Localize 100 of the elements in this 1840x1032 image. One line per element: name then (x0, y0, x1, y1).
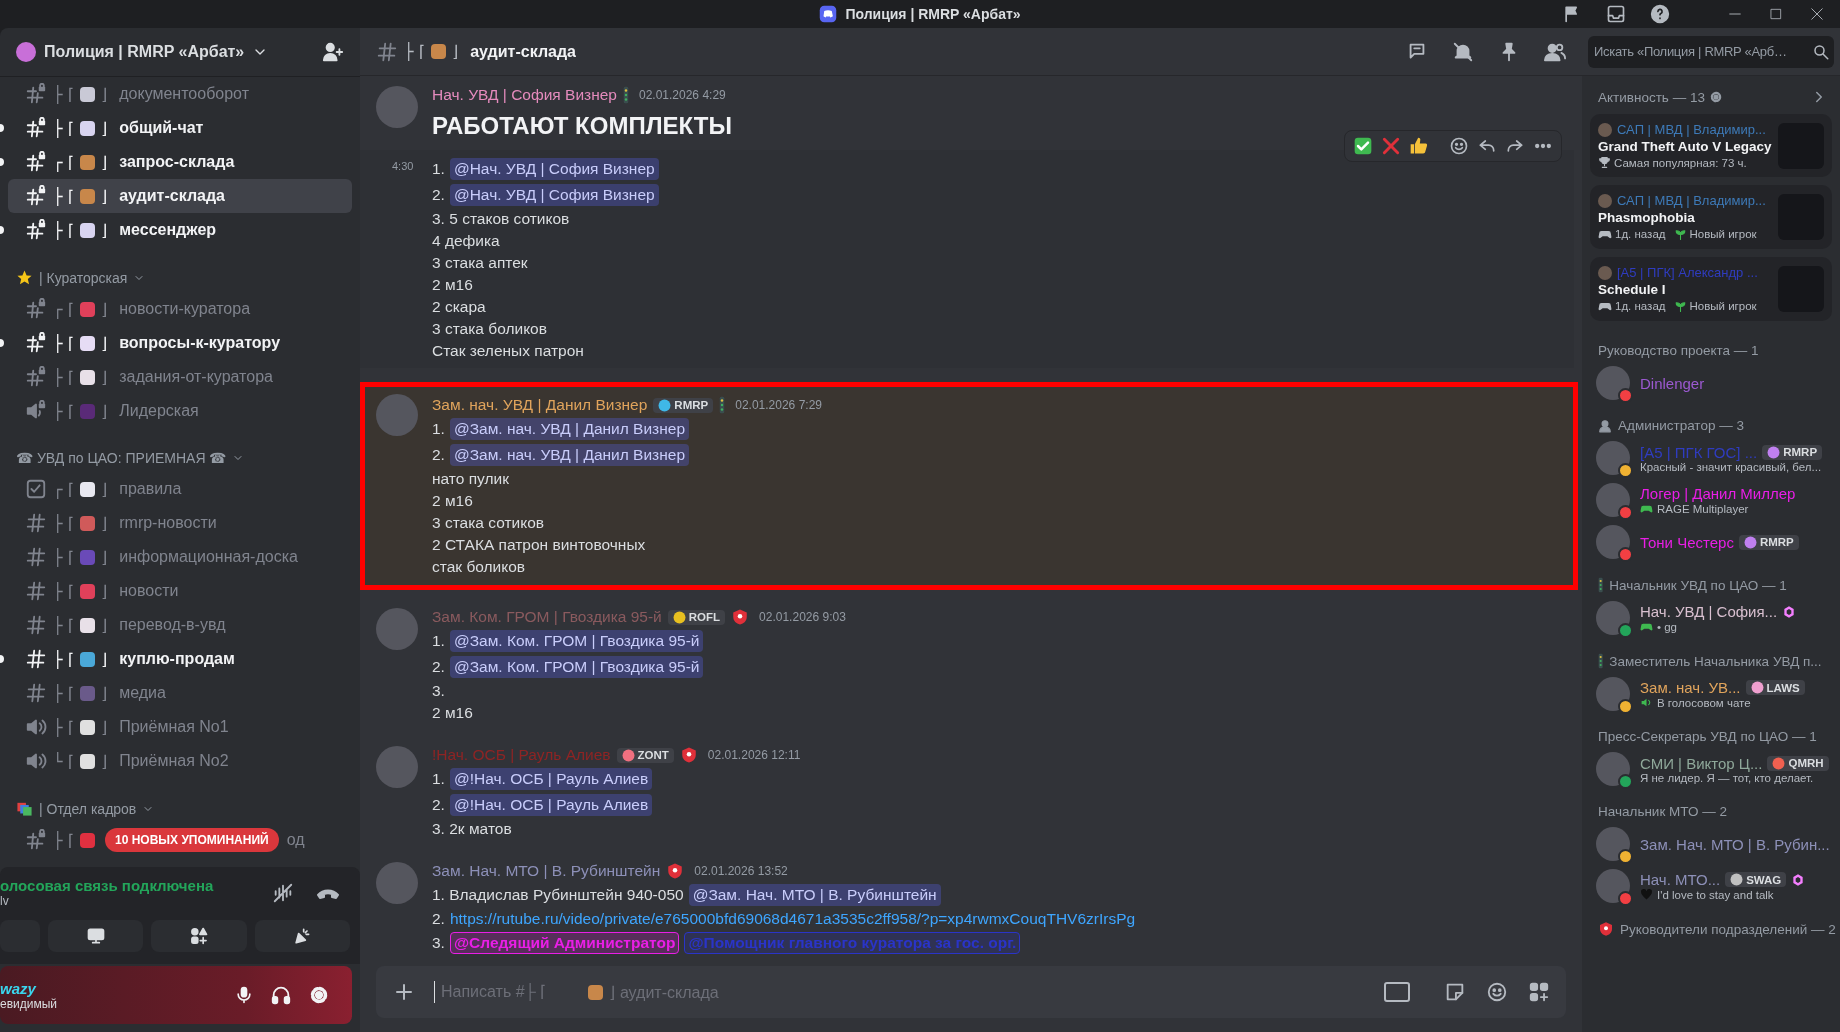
screen-share-button[interactable] (48, 920, 144, 952)
apps-icon[interactable] (1528, 981, 1550, 1003)
member-item[interactable]: Нач. УВД | София... • gg (1590, 597, 1832, 639)
tree-prefix: ├ ⌈ (53, 649, 74, 669)
bracket: ⌋ (100, 615, 108, 635)
channel-item[interactable]: ├ ⌈ ⌋ Лидерская (8, 394, 352, 428)
channel-item[interactable]: ┌ ⌈ ⌋ новости-куратора (8, 292, 352, 326)
channel-item[interactable]: ├ ⌈ ⌋ общий-чат (8, 111, 352, 145)
author-name[interactable]: Зам. Нач. МТО | В. Рубинштейн (432, 862, 661, 880)
soundboard-button[interactable] (254, 920, 350, 952)
noise-suppression-icon[interactable] (272, 881, 294, 904)
mention[interactable]: @Зам. нач. УВД | Данил Визнер (449, 444, 690, 466)
tree-prefix: ├ ⌈ (53, 333, 74, 353)
tag-text: RMRP (1783, 446, 1818, 458)
activity-detail: 1д. назад (1615, 228, 1666, 240)
mention[interactable]: @Зам. Ком. ГРОМ | Гвоздика 95-й (449, 630, 704, 652)
channel-item[interactable]: └ ⌈ ⌋ Приёмная No2 (8, 744, 352, 778)
role-icon (1598, 653, 1604, 669)
activity-detail: Новый игрок (1689, 300, 1757, 312)
new-mentions-pill[interactable]: 10 НОВЫХ УПОМИНАНИЙ (104, 828, 279, 852)
channel-name: новости (119, 582, 179, 600)
mention[interactable]: @Нач. УВД | София Визнер (449, 158, 659, 180)
activity-card[interactable]: САП | МВД | Владимир... Grand Theft Auto V Legacy Самая популярная: 73 ч. (1590, 114, 1832, 177)
channel-item[interactable]: ├ ⌈ 10 НОВЫХ УПОМИНАНИЙ од (8, 823, 352, 857)
mention[interactable]: @Нач. УВД | София Визнер (449, 184, 659, 206)
mention[interactable]: @Зам. нач. УВД | Данил Визнер (449, 418, 690, 440)
member-item[interactable]: СМИ | Виктор Ц... QMRH Я не лидер. Я — тот, кто делает. (1590, 748, 1832, 790)
tree-prefix: ┌ ⌈ (53, 152, 74, 172)
bracket: ⌋ (451, 42, 459, 61)
message-text: 3 стака сотиков (432, 514, 545, 532)
message-input[interactable]: Написать #├ ⌈ (441, 983, 583, 1001)
link[interactable]: https://rutube.ru/video/private/e765000bfd69068d4671a3535c2ff958/?p=xp4rwmxCouqTHV6zrIrsPg (449, 910, 1136, 928)
channel-item[interactable]: ├ ⌈ ⌋ мессенджер (8, 213, 352, 247)
activities-button[interactable] (151, 920, 247, 952)
help-icon[interactable] (1650, 4, 1670, 24)
channel-item[interactable]: ├ ⌈ ⌋ медиа (8, 676, 352, 710)
server-name[interactable]: Полиция | RMRP «Арбат» (44, 43, 245, 61)
member-item[interactable]: [A5 | ПГК ГОС] ... RMRP Красный - значит красивый, бел... (1590, 437, 1832, 479)
microphone-icon[interactable] (234, 985, 254, 1005)
member-item[interactable]: Тони Честерс RMRP (1590, 521, 1832, 563)
mention[interactable]: @!Нач. ОСБ | Рауль Алиев (449, 794, 653, 816)
tag-text: SWAG (1746, 873, 1782, 886)
category-title[interactable]: ☎ УВД по ЦАО: ПРИЕМНАЯ ☎ (16, 450, 227, 466)
member-item[interactable]: Зам. нач. УВ... LAWS В голосовом чате (1590, 673, 1832, 715)
channel-name: Приёмная No2 (119, 752, 229, 770)
emoji-icon[interactable] (1449, 136, 1469, 156)
category-title[interactable]: | Кураторская (39, 269, 128, 286)
tree-prefix: ├ ⌈ (53, 547, 74, 567)
category-title[interactable]: | Отдел кадров (39, 800, 137, 817)
maximize-icon[interactable] (1768, 6, 1784, 22)
timestamp: 02.01.2026 4:29 (639, 88, 726, 102)
sticker-icon[interactable] (1444, 981, 1466, 1003)
inbox-icon[interactable] (1606, 4, 1626, 24)
channel-item[interactable]: ├ ⌈ ⌋ rmrp-новости (8, 506, 352, 540)
channel-item[interactable]: ├ ⌈ ⌋ документооборот (8, 77, 352, 111)
search-field[interactable]: Искать «Полиция | RMRP «Арб… (1588, 35, 1834, 68)
thumbs-up-icon[interactable] (1409, 136, 1429, 156)
member-item[interactable]: Dinlenger (1590, 362, 1832, 404)
tree-prefix: ├ ⌈ (53, 683, 74, 703)
channel-item[interactable]: ├ ⌈ ⌋ информационная-доска (8, 540, 352, 574)
channel-item[interactable]: ├ ⌈ ⌋ перевод-в-увд (8, 608, 352, 642)
emoji-icon[interactable] (1486, 981, 1508, 1003)
channel-item[interactable]: ├ ⌈ ⌋ аудит-склада (8, 179, 352, 213)
user-status: евидимый (0, 996, 59, 1011)
tree-prefix: ├ ⌈ (404, 42, 425, 61)
member-item[interactable]: Логер | Данил Миллер RAGE Multiplayer (1590, 479, 1832, 521)
channel-item[interactable]: ├ ⌈ ⌋ новости (8, 574, 352, 608)
headphones-icon[interactable] (270, 984, 292, 1006)
activity-card[interactable]: САП | МВД | Владимир... Phasmophobia 1д. назад Новый игрок (1590, 185, 1832, 249)
channel-item[interactable]: ├ ⌈ ⌋ вопросы-к-куратору (8, 326, 352, 360)
activity-detail: 1д. назад (1615, 300, 1666, 312)
mention[interactable]: @Зам. Нач. МТО | В. Рубинштейн (688, 884, 941, 906)
bracket: ⌋ (100, 649, 108, 669)
placeholder-text: ⌋ аудит-склада (609, 982, 719, 1002)
close-icon[interactable] (1808, 5, 1826, 23)
voice-channel[interactable]: lv (0, 894, 250, 908)
channel-item[interactable]: ├ ⌈ ⌋ задания-от-куратора (8, 360, 352, 394)
member-item[interactable]: Нач. МТО... SWAG I'd love to stay and talk (1590, 865, 1832, 907)
bracket: ⌋ (100, 299, 108, 319)
role-icon (623, 86, 629, 104)
author-name[interactable]: Нач. УВД | София Визнер (432, 86, 617, 104)
invite-icon[interactable] (322, 41, 344, 63)
channel-name: правила (119, 480, 182, 498)
author-name[interactable]: Зам. нач. УВД | Данил Визнер (432, 396, 648, 414)
channel-item[interactable]: ├ ⌈ ⌋ Приёмная No1 (8, 710, 352, 744)
mention[interactable]: @!Нач. ОСБ | Рауль Алиев (449, 768, 653, 790)
channel-item[interactable]: ┌ ⌈ ⌋ правила (8, 472, 352, 506)
activity-card[interactable]: [A5 | ПГК] Александр ... Schedule I 1д. назад Новый игрок (1590, 257, 1832, 321)
channel-item[interactable]: ├ ⌈ ⌋ куплю-продам (8, 642, 352, 676)
mute-bell-icon[interactable] (1452, 40, 1474, 63)
server-icon[interactable] (16, 42, 36, 62)
member-item[interactable]: Зам. Нач. МТО | В. Рубин... (1590, 823, 1832, 865)
cross-mark-icon[interactable] (1381, 136, 1401, 156)
channel-item[interactable]: ┌ ⌈ ⌋ запрос-склада (8, 145, 352, 179)
mention[interactable]: @Зам. Ком. ГРОМ | Гвоздика 95-й (449, 656, 704, 678)
channel-name: задания-от-куратора (119, 368, 273, 386)
bracket: ⌋ (100, 683, 108, 703)
message-text: Стак зеленых патрон (432, 342, 584, 360)
check-mark-icon[interactable] (1353, 136, 1373, 156)
channel-name: Лидерская (119, 402, 199, 420)
